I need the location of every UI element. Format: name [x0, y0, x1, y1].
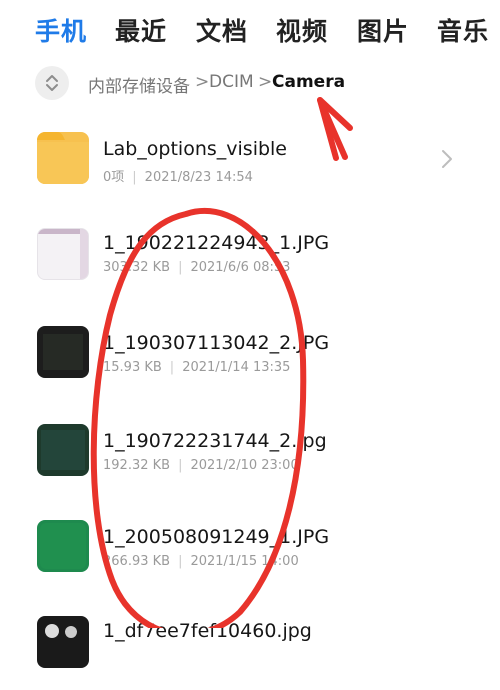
tab-images[interactable]: 图片: [357, 12, 409, 48]
tab-phone[interactable]: 手机: [35, 12, 87, 48]
list-item-file[interactable]: 1_df7ee7fef10460.jpg: [0, 594, 500, 690]
image-thumbnail: [37, 326, 89, 378]
list-item-file[interactable]: 1_200508091249_1.JPG 266.93 KB | 2021/1/15…: [0, 498, 500, 594]
list-item-folder[interactable]: Lab_options_visible 0项 | 2021/8/23 14:54: [0, 112, 500, 208]
file-name: Lab_options_visible: [103, 138, 287, 160]
image-thumbnail: [37, 228, 89, 280]
chevron-updown-icon: [46, 75, 58, 91]
list-item-file[interactable]: 1_190221224943_1.JPG 303.32 KB | 2021/6/6 …: [0, 208, 500, 304]
chevron-right-icon: [442, 150, 452, 168]
file-name: 1_190307113042_2.JPG: [103, 332, 330, 354]
tab-recent[interactable]: 最近: [115, 12, 167, 48]
breadcrumb-dcim[interactable]: DCIM: [209, 72, 254, 92]
file-meta: 0项 | 2021/8/23 14:54: [103, 170, 253, 185]
file-meta: 266.93 KB | 2021/1/15 14:00: [103, 554, 299, 569]
file-name: 1_df7ee7fef10460.jpg: [103, 620, 312, 642]
tab-music[interactable]: 音乐: [437, 12, 489, 48]
category-tabs: 手机 最近 文档 视频 图片 音乐: [0, 0, 500, 58]
breadcrumb: 内部存储设备 > DCIM > Camera: [0, 60, 500, 106]
breadcrumb-camera: Camera: [272, 72, 346, 92]
image-thumbnail: [37, 424, 89, 476]
tab-documents[interactable]: 文档: [196, 12, 248, 48]
file-name: 1_200508091249_1.JPG: [103, 526, 330, 548]
list-item-file[interactable]: 1_190722231744_2.jpg 192.32 KB | 2021/2/10…: [0, 402, 500, 498]
file-meta: 303.32 KB | 2021/6/6 08:53: [103, 260, 291, 275]
file-meta: 15.93 KB | 2021/1/14 13:35: [103, 360, 291, 375]
list-item-file[interactable]: 1_190307113042_2.JPG 15.93 KB | 2021/1/14 …: [0, 304, 500, 400]
breadcrumb-internal-storage[interactable]: 内部存储设备: [88, 72, 190, 97]
file-meta: 192.32 KB | 2021/2/10 23:00: [103, 458, 299, 473]
tab-videos[interactable]: 视频: [276, 12, 328, 48]
breadcrumb-separator: >: [195, 72, 210, 92]
image-thumbnail: [37, 520, 89, 572]
path-toggle-button[interactable]: [35, 66, 69, 100]
image-thumbnail: [37, 616, 89, 668]
file-name: 1_190221224943_1.JPG: [103, 232, 330, 254]
breadcrumb-separator: >: [258, 72, 273, 92]
folder-icon: [37, 132, 89, 184]
file-name: 1_190722231744_2.jpg: [103, 430, 327, 452]
